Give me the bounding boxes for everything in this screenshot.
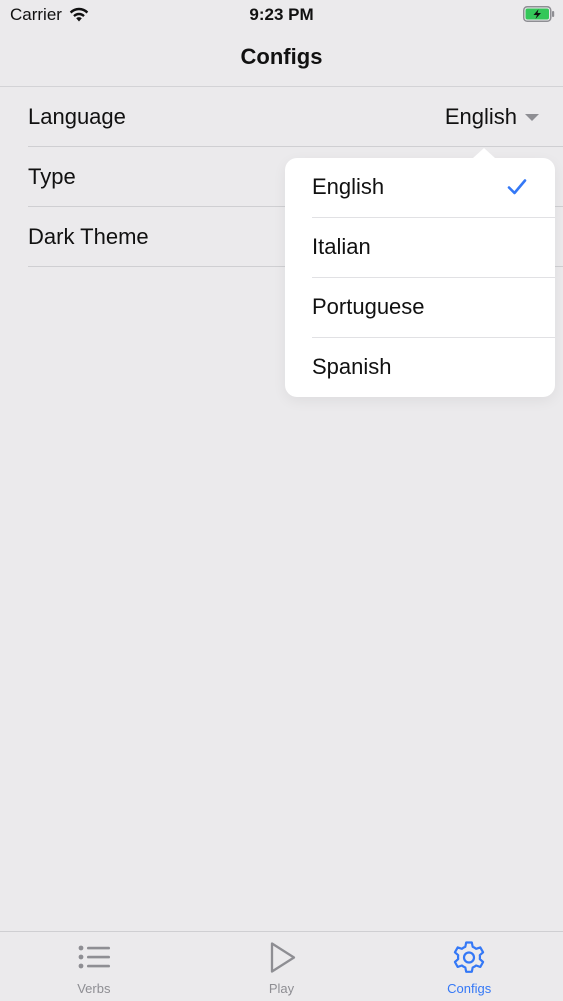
dropdown-arrow-icon [525, 113, 539, 121]
language-row[interactable]: Language English [28, 87, 563, 147]
option-label: English [312, 174, 385, 199]
language-value: English [444, 104, 517, 129]
option-label: Portuguese [312, 294, 425, 319]
language-dropdown: English Italian Portuguese Spanish [285, 148, 555, 397]
language-option-english[interactable]: English [312, 158, 555, 218]
list-icon [78, 945, 110, 969]
language-picker[interactable]: English [445, 104, 539, 130]
tab-configs[interactable]: Configs [375, 932, 563, 1001]
popover-arrow [473, 148, 495, 158]
status-bar: Carrier 9:23 PM [0, 0, 563, 30]
option-label: Italian [312, 234, 371, 259]
gear-icon [453, 941, 485, 973]
language-option-spanish[interactable]: Spanish [312, 338, 555, 397]
language-option-portuguese[interactable]: Portuguese [312, 278, 555, 338]
tab-label: Configs [447, 981, 492, 996]
tab-label: Verbs [77, 981, 111, 996]
battery-charging-icon [523, 6, 555, 22]
option-label: Spanish [312, 354, 392, 379]
navigation-bar: Configs [0, 30, 563, 87]
play-icon [270, 942, 295, 973]
tab-play[interactable]: Play [188, 932, 376, 1001]
type-label: Type [28, 164, 76, 189]
tab-label: Play [268, 981, 295, 996]
tab-verbs[interactable]: Verbs [0, 932, 188, 1001]
dark-theme-label: Dark Theme [28, 224, 149, 249]
language-label: Language [28, 104, 126, 129]
language-option-italian[interactable]: Italian [312, 218, 555, 278]
tab-bar: Verbs Play Configs [0, 931, 563, 1001]
page-title: Configs [240, 44, 323, 69]
checkmark-icon [507, 179, 527, 195]
clock: 9:23 PM [249, 5, 314, 24]
